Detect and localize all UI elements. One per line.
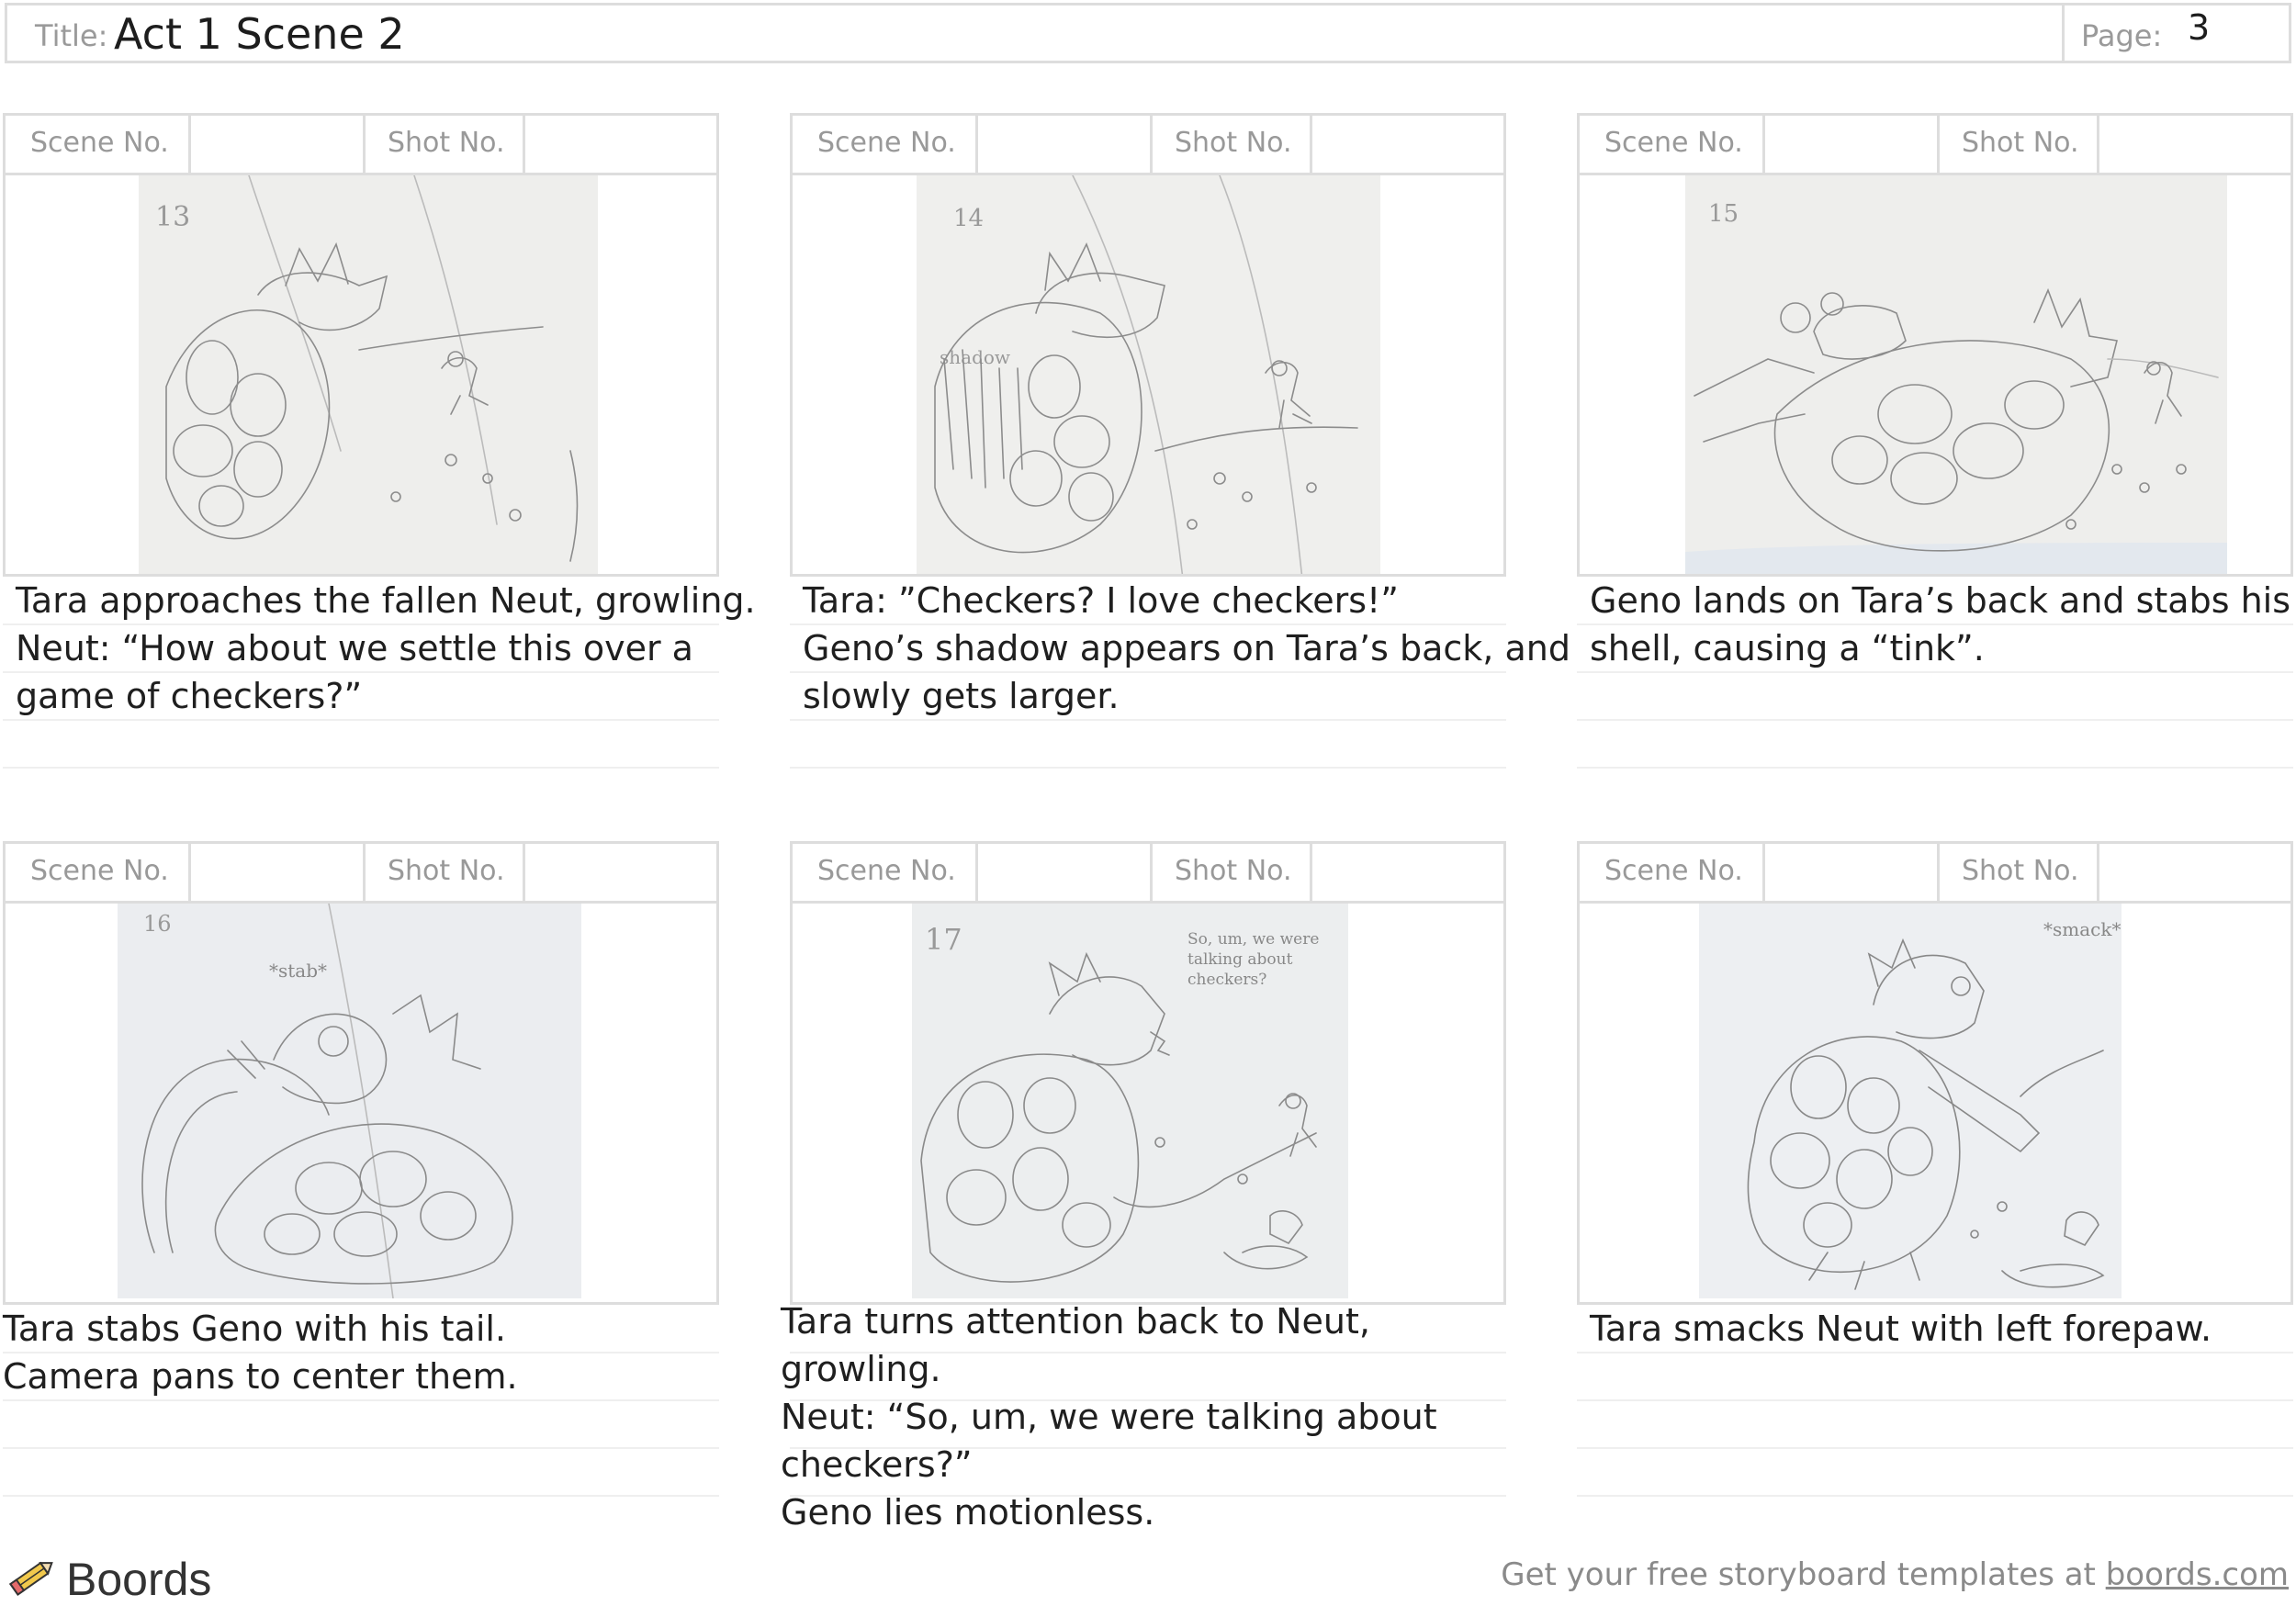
description-line: Neut: “So, um, we were talking about <box>781 1397 1437 1437</box>
scene-no-label: Scene No. <box>1604 855 1743 887</box>
sketch-note: shadow <box>940 346 1010 368</box>
panel-header: Scene No. Shot No. <box>3 113 719 175</box>
scene-no-field[interactable] <box>979 844 1150 901</box>
page-label: Page: <box>2081 18 2163 53</box>
brand-name: Boords <box>66 1554 212 1605</box>
panel-header: Scene No. Shot No. <box>790 841 1506 904</box>
panel-frame[interactable]: 13 <box>3 173 719 577</box>
sketch-note: *stab* <box>269 960 327 982</box>
description-line: growling. <box>781 1349 941 1389</box>
shot-no-label: Shot No. <box>1175 127 1292 159</box>
panel-header: Scene No. Shot No. <box>3 841 719 904</box>
description-line: Camera pans to center them. <box>3 1356 518 1397</box>
sketch-number: 15 <box>1708 200 1739 228</box>
sketch-image: 15 <box>1685 175 2227 574</box>
panel-frame[interactable]: *smack* <box>1577 901 2293 1305</box>
shot-no-label: Shot No. <box>388 127 505 159</box>
shot-no-label: Shot No. <box>1962 855 2079 887</box>
scene-no-label: Scene No. <box>30 127 169 159</box>
shot-no-label: Shot No. <box>388 855 505 887</box>
scene-no-label: Scene No. <box>817 127 956 159</box>
shot-no-field[interactable] <box>2100 116 2290 173</box>
pencil-icon <box>6 1556 57 1604</box>
sketch-image: 16 *stab* <box>118 904 581 1298</box>
sketch-number: 16 <box>143 911 172 937</box>
sketch-image: 13 <box>139 175 598 574</box>
description-line: checkers?” <box>781 1444 973 1485</box>
header-bar: Title: Act 1 Scene 2 Page: 3 <box>5 3 2291 63</box>
panel-frame[interactable]: 15 <box>1577 173 2293 577</box>
sketch-number: 17 <box>925 922 962 957</box>
panel-header: Scene No. Shot No. <box>790 113 1506 175</box>
description-line: Neut: “How about we settle this over a <box>16 628 693 668</box>
sketch-number: 13 <box>155 201 190 233</box>
sketch-note: So, um, we were talking about checkers? <box>1187 930 1320 989</box>
scene-no-label: Scene No. <box>817 855 956 887</box>
scene-no-field[interactable] <box>1766 844 1937 901</box>
panel-header: Scene No. Shot No. <box>1577 841 2293 904</box>
panel-frame[interactable]: 14 shadow <box>790 173 1506 577</box>
description-line: Tara stabs Geno with his tail. <box>3 1308 507 1349</box>
description-line: Tara: ”Checkers? I love checkers!” <box>803 580 1399 621</box>
footer-text: Get your free storyboard templates at bo… <box>1501 1556 2289 1593</box>
title-value[interactable]: Act 1 Scene 2 <box>114 9 405 59</box>
description-line: Geno lands on Tara’s back and stabs his <box>1590 580 2291 621</box>
description-line: Geno’s shadow appears on Tara’s back, an… <box>803 628 1570 668</box>
description-line: Tara smacks Neut with left forepaw. <box>1590 1308 2212 1349</box>
shot-no-field[interactable] <box>526 116 716 173</box>
description-line: Tara approaches the fallen Neut, growlin… <box>16 580 756 621</box>
title-label: Title: <box>35 18 108 53</box>
scene-no-field[interactable] <box>192 844 363 901</box>
panel-frame[interactable]: 16 *stab* <box>3 901 719 1305</box>
description-line: game of checkers?” <box>16 676 363 716</box>
shot-no-field[interactable] <box>1313 844 1503 901</box>
description-line: Tara turns attention back to Neut, <box>781 1301 1370 1342</box>
page-number[interactable]: 3 <box>2188 7 2210 48</box>
sketch-note: *smack* <box>2043 918 2121 940</box>
scene-no-field[interactable] <box>1766 116 1937 173</box>
sketch-image: 17 So, um, we were talking about checker… <box>912 904 1348 1298</box>
footer-link[interactable]: boords.com <box>2106 1556 2289 1593</box>
sketch-image: *smack* <box>1699 904 2122 1298</box>
panel-frame[interactable]: 17 So, um, we were talking about checker… <box>790 901 1506 1305</box>
scene-no-field[interactable] <box>979 116 1150 173</box>
shot-no-label: Shot No. <box>1175 855 1292 887</box>
shot-no-label: Shot No. <box>1962 127 2079 159</box>
scene-no-field[interactable] <box>192 116 363 173</box>
scene-no-label: Scene No. <box>30 855 169 887</box>
description-line: slowly gets larger. <box>803 676 1120 716</box>
shot-no-field[interactable] <box>526 844 716 901</box>
sketch-image: 14 shadow <box>917 175 1380 574</box>
sketch-number: 14 <box>953 205 984 232</box>
header-divider <box>2062 6 2065 61</box>
scene-no-label: Scene No. <box>1604 127 1743 159</box>
footer-copy: Get your free storyboard templates at <box>1501 1556 2106 1593</box>
shot-no-field[interactable] <box>2100 844 2290 901</box>
panel-header: Scene No. Shot No. <box>1577 113 2293 175</box>
shot-no-field[interactable] <box>1313 116 1503 173</box>
description-line: shell, causing a “tink”. <box>1590 628 1985 668</box>
description-line: Geno lies motionless. <box>781 1492 1155 1533</box>
